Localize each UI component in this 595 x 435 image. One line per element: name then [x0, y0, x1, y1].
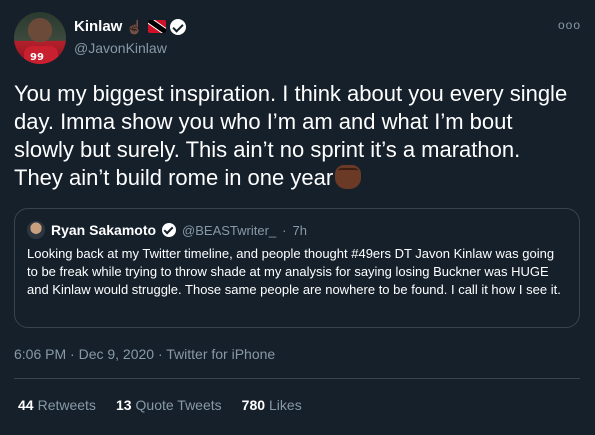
- quoted-timestamp: 7h: [292, 222, 307, 238]
- quoted-author-handle: @BEASTwriter_: [182, 222, 277, 238]
- verified-badge-icon: [169, 18, 186, 35]
- author-display-name[interactable]: Kinlaw: [74, 18, 122, 35]
- jersey-number: 99: [30, 52, 44, 63]
- quote-tweets-stat[interactable]: 13 Quote Tweets: [116, 397, 222, 413]
- raised-fist-icon: [335, 165, 362, 189]
- tweet-timestamp[interactable]: 6:06 PM · Dec 9, 2020 · Twitter for iPho…: [14, 346, 275, 362]
- pointing-hand-icon: ☝🏿: [126, 18, 144, 35]
- tweet-header: 99 Kinlaw ☝🏿 @JavonKinlaw ooo: [14, 12, 581, 68]
- quoted-author-avatar: [27, 221, 45, 239]
- quoted-tweet[interactable]: Ryan Sakamoto @BEASTwriter_ · 7h Looking…: [14, 208, 580, 328]
- retweets-stat[interactable]: 44 Retweets: [18, 397, 96, 413]
- author-handle[interactable]: @JavonKinlaw: [74, 40, 167, 56]
- likes-stat[interactable]: 780 Likes: [242, 397, 302, 413]
- quoted-tweet-header: Ryan Sakamoto @BEASTwriter_ · 7h: [27, 221, 307, 239]
- author-name-row[interactable]: Kinlaw ☝🏿: [74, 18, 186, 35]
- quote-tweets-label: Quote Tweets: [135, 397, 222, 413]
- trinidad-flag-icon: [147, 20, 166, 33]
- tweet-body: You my biggest inspiration. I think abou…: [14, 81, 568, 190]
- likes-count: 780: [241, 397, 266, 413]
- retweets-count: 44: [18, 397, 34, 413]
- tweet-stats: 44 Retweets 13 Quote Tweets 780 Likes: [18, 397, 302, 413]
- quoted-separator: ·: [282, 222, 287, 238]
- tweet-text: You my biggest inspiration. I think abou…: [14, 80, 574, 192]
- more-options-icon[interactable]: ooo: [558, 18, 581, 32]
- quote-tweets-count: 13: [115, 397, 132, 413]
- quoted-author-name: Ryan Sakamoto: [51, 222, 157, 238]
- quoted-tweet-text: Looking back at my Twitter timeline, and…: [27, 246, 561, 297]
- likes-label: Likes: [269, 397, 302, 413]
- author-avatar[interactable]: 99: [14, 12, 66, 64]
- divider: [14, 378, 580, 379]
- retweets-label: Retweets: [37, 397, 96, 413]
- quoted-verified-badge-icon: [162, 223, 177, 237]
